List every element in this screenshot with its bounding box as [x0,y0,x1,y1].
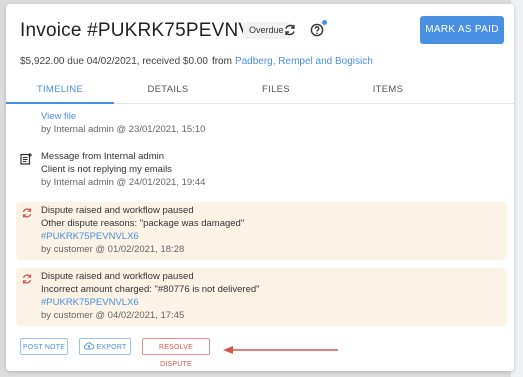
sync-icon[interactable] [281,21,299,39]
entry-title: Dispute raised and workflow paused [41,205,194,216]
from-label: from [211,56,232,67]
note-icon [20,152,32,165]
export-label: EXPORT [96,344,127,351]
invoice-card: Invoice #PUKRK75PEVNVLX6 Overdue MARK AS… [6,4,514,371]
tab-details[interactable]: DETAILS [114,76,222,104]
timeline-entry-file: View file by Internal admin @ 23/01/2021… [41,110,205,136]
entry-meta: by Internal admin @ 24/01/2021, 19:44 [41,177,206,188]
entry-title: Dispute raised and workflow paused [41,271,194,282]
tab-bar: TIMELINE DETAILS FILES ITEMS [6,76,514,104]
entry-body: Client is not replying my emails [41,164,172,175]
invoice-summary: $5,922.00 due 04/02/2021, received $0.00… [20,56,373,67]
cloud-upload-icon [83,342,94,350]
entry-body: Incorrect amount charged: "#80776 is not… [41,284,260,295]
export-button[interactable]: EXPORT [79,338,131,355]
entry-title: Message from Internal admin [41,151,165,162]
view-file-link[interactable]: View file [41,111,76,122]
timeline-entry-dispute: Dispute raised and workflow paused Other… [16,202,507,260]
arrow-annotation-icon [223,346,338,354]
notification-dot [322,20,327,25]
invoice-link[interactable]: #PUKRK75PEVNVLX6 [41,297,139,308]
tab-files[interactable]: FILES [222,76,330,104]
client-link[interactable]: Padberg, Rempel and Bogisich [235,56,373,67]
dispute-content: Dispute raised and workflow paused Other… [41,204,244,256]
invoice-link[interactable]: #PUKRK75PEVNVLX6 [41,231,139,242]
tab-timeline[interactable]: TIMELINE [6,76,114,104]
post-note-button[interactable]: POST NOTE [20,338,68,355]
entry-meta: by Internal admin @ 23/01/2021, 15:10 [41,124,206,135]
entry-meta: by customer @ 04/02/2021, 17:45 [41,310,185,321]
amount-summary: $5,922.00 due 04/02/2021, received $0.00 [20,56,208,67]
tab-items[interactable]: ITEMS [330,76,446,104]
entry-body: Other dispute reasons: "package was dama… [41,218,245,229]
timeline-entry-dispute: Dispute raised and workflow paused Incor… [16,268,507,326]
mark-as-paid-button[interactable]: MARK AS PAID [420,16,504,44]
dispute-content: Dispute raised and workflow paused Incor… [41,270,260,322]
dispute-sync-icon [21,206,33,218]
timeline-entry-message: Message from Internal admin Client is no… [41,150,205,189]
help-icon[interactable] [308,20,327,39]
dispute-sync-icon [21,272,33,284]
entry-meta: by customer @ 01/02/2021, 18:28 [41,244,185,255]
resolve-dispute-button[interactable]: RESOLVE DISPUTE [142,338,210,368]
